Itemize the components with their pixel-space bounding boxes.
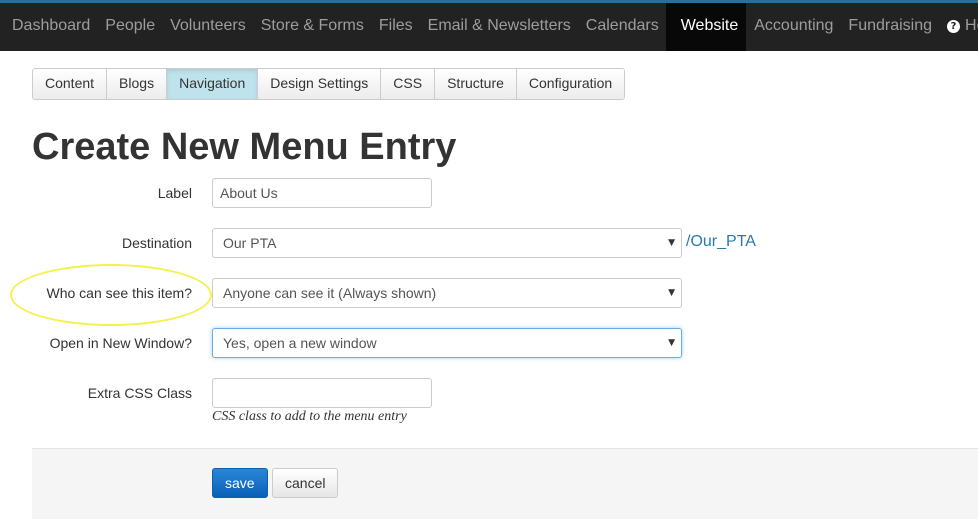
cancel-button[interactable]: cancel <box>272 468 339 498</box>
website-subtabs: Content Blogs Navigation Design Settings… <box>32 68 626 100</box>
help-label: Help <box>965 17 978 34</box>
nav-item-calendars[interactable]: Calendars <box>578 3 666 51</box>
css-class-row: Extra CSS Class <box>0 378 978 408</box>
label-field-label: Label <box>157 185 192 201</box>
caret-down-icon: ▼ <box>668 338 675 348</box>
tab-blogs[interactable]: Blogs <box>107 69 168 99</box>
caret-down-icon: ▼ <box>668 238 675 248</box>
nav-item-dashboard[interactable]: Dashboard <box>0 3 97 51</box>
new-window-label: Open in New Window? <box>49 335 192 351</box>
css-class-input[interactable] <box>212 378 432 408</box>
visibility-row: Who can see this item? Anyone can see it… <box>0 278 978 308</box>
destination-value: Our PTA <box>223 235 277 251</box>
destination-row: Destination Our PTA ▼ /Our_PTA <box>0 228 978 258</box>
tab-content[interactable]: Content <box>33 69 108 99</box>
caret-down-icon: ▼ <box>668 288 675 298</box>
new-window-select[interactable]: Yes, open a new window ▼ <box>212 328 682 358</box>
destination-select[interactable]: Our PTA ▼ <box>212 228 682 258</box>
nav-item-people[interactable]: People <box>97 3 162 51</box>
visibility-value: Anyone can see it (Always shown) <box>223 285 437 301</box>
nav-item-accounting[interactable]: Accounting <box>746 3 840 51</box>
page-title: Create New Menu Entry <box>32 126 457 168</box>
form-actions: save cancel <box>32 448 978 519</box>
nav-item-fundraising[interactable]: Fundraising <box>840 3 939 51</box>
label-input[interactable]: About Us <box>212 178 432 208</box>
tab-navigation[interactable]: Navigation <box>167 69 259 99</box>
nav-item-help[interactable]: ? Help <box>939 3 978 51</box>
nav-item-website[interactable]: Website <box>665 3 747 51</box>
tab-css[interactable]: CSS <box>381 69 436 99</box>
visibility-select[interactable]: Anyone can see it (Always shown) ▼ <box>212 278 682 308</box>
css-class-help: CSS class to add to the menu entry <box>212 409 407 424</box>
label-row: Label About Us <box>0 178 978 208</box>
save-button[interactable]: save <box>212 468 268 498</box>
new-window-row: Open in New Window? Yes, open a new wind… <box>0 328 978 358</box>
new-window-value: Yes, open a new window <box>223 335 377 351</box>
tab-design-settings[interactable]: Design Settings <box>258 69 382 99</box>
css-class-label: Extra CSS Class <box>87 385 192 401</box>
tab-configuration[interactable]: Configuration <box>516 69 625 99</box>
destination-link[interactable]: /Our_PTA <box>686 228 756 256</box>
question-circle-icon: ? <box>947 20 961 33</box>
top-navbar: Dashboard People Volunteers Store & Form… <box>0 0 978 51</box>
destination-label: Destination <box>121 235 192 251</box>
nav-item-store-forms[interactable]: Store & Forms <box>253 3 371 51</box>
nav-item-files[interactable]: Files <box>371 3 420 51</box>
nav-item-email-newsletters[interactable]: Email & Newsletters <box>420 3 578 51</box>
tab-structure[interactable]: Structure <box>435 69 517 99</box>
main-nav: Dashboard People Volunteers Store & Form… <box>0 3 978 51</box>
nav-item-volunteers[interactable]: Volunteers <box>162 3 253 51</box>
visibility-label: Who can see this item? <box>46 285 192 301</box>
